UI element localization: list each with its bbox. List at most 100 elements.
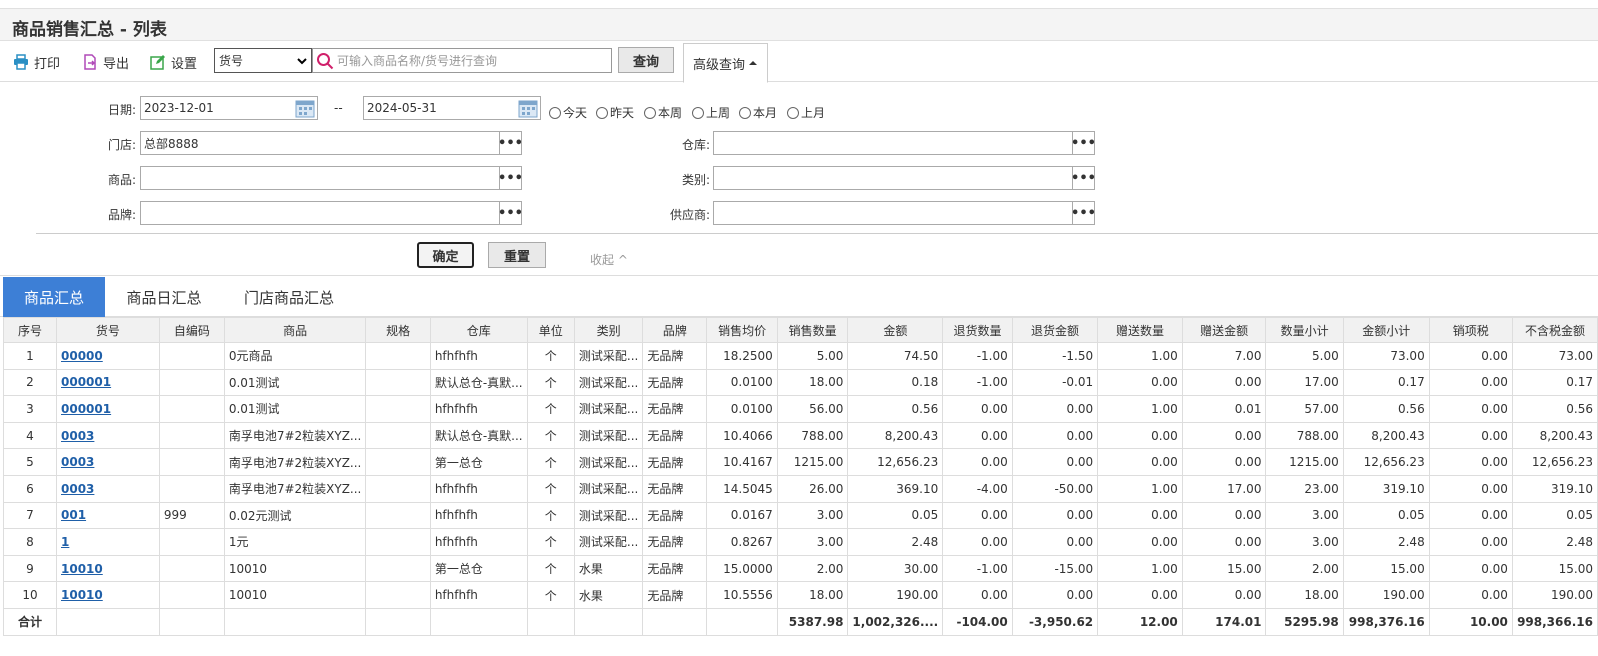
table-cell bbox=[365, 581, 431, 609]
column-header[interactable]: 货号 bbox=[56, 317, 160, 343]
chevron-down-icon bbox=[297, 58, 307, 65]
column-header[interactable]: 销项税 bbox=[1428, 317, 1513, 343]
product-code-link[interactable]: 00000 bbox=[56, 342, 160, 370]
warehouse-picker-button[interactable]: ••• bbox=[1071, 131, 1096, 155]
column-header[interactable]: 赠送金额 bbox=[1181, 317, 1267, 343]
table-cell: 默认总仓-真默... bbox=[429, 368, 528, 397]
export-icon bbox=[84, 54, 96, 70]
column-header[interactable]: 自编码 bbox=[158, 317, 225, 343]
tab-product-daily-summary[interactable]: 商品日汇总 bbox=[112, 277, 216, 317]
table-row[interactable]: 4 0003 南孚电池7#2粒装XYZ... 默认总仓-真默... 个测试采配... 无品… bbox=[3, 421, 1598, 450]
column-header[interactable]: 仓库 bbox=[429, 317, 528, 343]
product-code-link[interactable]: 0003 bbox=[56, 474, 160, 503]
radio-this-month[interactable]: 本月 bbox=[739, 104, 777, 121]
table-cell bbox=[223, 607, 367, 636]
product-code-link[interactable]: 10010 bbox=[56, 581, 160, 609]
table-cell: 0.01测试 bbox=[223, 368, 367, 397]
product-code-link[interactable]: 000001 bbox=[56, 368, 160, 397]
date-from-input[interactable]: 2023-12-01 bbox=[140, 96, 318, 120]
product-code-link[interactable]: 1 bbox=[56, 528, 160, 556]
table-row[interactable]: 3 000001 0.01测试 hfhfhfh 个测试采配... 无品牌 0.0100 56.… bbox=[3, 395, 1598, 423]
table-cell: 17.00 bbox=[1181, 474, 1267, 503]
calendar-icon[interactable] bbox=[295, 98, 315, 118]
settings-button[interactable]: 设置 bbox=[150, 52, 197, 72]
date-to-input[interactable]: 2024-05-31 bbox=[363, 96, 541, 120]
store-input[interactable]: 总部8888 bbox=[140, 131, 500, 155]
table-row[interactable]: 6 0003 南孚电池7#2粒装XYZ... hfhfhfh 个测试采配... 无品牌 14… bbox=[3, 474, 1598, 503]
column-header[interactable]: 销售数量 bbox=[776, 317, 849, 343]
query-button[interactable]: 查询 bbox=[618, 47, 674, 73]
column-header[interactable]: 类别 bbox=[573, 317, 644, 343]
brand-input[interactable] bbox=[140, 201, 500, 225]
table-row[interactable]: 2 000001 0.01测试 默认总仓-真默... 个测试采配... 无品牌 0.0100… bbox=[3, 368, 1598, 397]
column-header[interactable]: 金额小计 bbox=[1342, 317, 1430, 343]
column-header[interactable]: 赠送数量 bbox=[1097, 317, 1183, 343]
category-input[interactable] bbox=[713, 166, 1073, 190]
tab-store-product-summary[interactable]: 门店商品汇总 bbox=[228, 277, 350, 317]
search-field-value: 货号 bbox=[219, 54, 244, 68]
column-header[interactable]: 商品 bbox=[223, 317, 367, 343]
column-header[interactable]: 退货数量 bbox=[942, 317, 1013, 343]
product-code-link[interactable]: 0003 bbox=[56, 421, 160, 450]
product-code-link[interactable]: 0003 bbox=[56, 448, 160, 476]
supplier-picker-button[interactable]: ••• bbox=[1071, 201, 1096, 225]
radio-circle bbox=[739, 106, 751, 119]
table-cell bbox=[365, 554, 431, 583]
collapse-link[interactable]: 收起 ^ bbox=[590, 251, 628, 268]
brand-picker-button[interactable]: ••• bbox=[498, 201, 523, 225]
product-picker-button[interactable]: ••• bbox=[498, 166, 523, 190]
table-cell bbox=[365, 528, 431, 556]
tab-product-summary[interactable]: 商品汇总 bbox=[3, 277, 105, 317]
print-button[interactable]: 打印 bbox=[13, 52, 60, 72]
warehouse-input[interactable] bbox=[713, 131, 1073, 155]
export-button[interactable]: 导出 bbox=[82, 52, 129, 72]
radio-yesterday[interactable]: 昨天 bbox=[596, 104, 634, 121]
table-row[interactable]: 10 10010 10010 hfhfhfh 个水果 无品牌 10.5556 18.00 190… bbox=[3, 581, 1598, 609]
column-header[interactable]: 销售均价 bbox=[706, 317, 778, 343]
table-row[interactable]: 5 0003 南孚电池7#2粒装XYZ... 第一总仓个测试采配... 无品牌 10.41… bbox=[3, 448, 1598, 476]
table-cell: 0.00 bbox=[1097, 421, 1183, 450]
table-cell: 3.00 bbox=[1265, 528, 1344, 556]
column-header[interactable]: 品牌 bbox=[642, 317, 708, 343]
column-header[interactable]: 序号 bbox=[3, 317, 57, 343]
date-label: 日期: bbox=[107, 103, 136, 117]
table-cell: 319.10 bbox=[1342, 474, 1430, 503]
divider bbox=[36, 233, 1598, 234]
supplier-input[interactable] bbox=[713, 201, 1073, 225]
table-cell: 57.00 bbox=[1265, 395, 1344, 423]
column-header[interactable]: 数量小计 bbox=[1265, 317, 1344, 343]
radio-today[interactable]: 今天 bbox=[549, 104, 587, 121]
product-code-link[interactable]: 000001 bbox=[56, 395, 160, 423]
table-cell: 无品牌 bbox=[642, 421, 708, 450]
table-cell: 1,002,326.... bbox=[847, 607, 944, 636]
column-header[interactable]: 金额 bbox=[847, 317, 944, 343]
search-field-select[interactable]: 货号 bbox=[214, 48, 312, 73]
category-picker-button[interactable]: ••• bbox=[1071, 166, 1096, 190]
confirm-button[interactable]: 确定 bbox=[417, 242, 474, 268]
table-row[interactable]: 7 001 999 0.02元测试 hfhfhfh 个测试采配... 无品牌 0.0167 3.… bbox=[3, 501, 1598, 530]
advanced-query-button[interactable]: 高级查询 bbox=[683, 43, 768, 83]
table-row[interactable]: 8 1 1元 hfhfhfh 个测试采配... 无品牌 0.8267 3.00 2.48 0.00… bbox=[3, 528, 1598, 556]
product-input[interactable] bbox=[140, 166, 500, 190]
table-cell: 测试采配... bbox=[573, 421, 644, 450]
table-row[interactable]: 1 00000 0元商品 hfhfhfh 个测试采配... 无品牌 18.2500 5.00 7… bbox=[3, 342, 1598, 370]
table-cell: 0.00 bbox=[1011, 581, 1099, 609]
product-code-link[interactable]: 001 bbox=[56, 501, 160, 530]
radio-this-week[interactable]: 本周 bbox=[644, 104, 682, 121]
calendar-icon[interactable] bbox=[518, 98, 538, 118]
product-code-link[interactable]: 10010 bbox=[56, 554, 160, 583]
table-row[interactable]: 9 10010 10010 第一总仓个水果 无品牌 15.0000 2.00 30.00 -1.… bbox=[3, 554, 1598, 583]
table-cell: 1215.00 bbox=[1265, 448, 1344, 476]
table-cell: 9 bbox=[3, 554, 57, 583]
table-cell: -1.00 bbox=[942, 554, 1013, 583]
radio-last-month[interactable]: 上月 bbox=[787, 104, 825, 121]
column-header[interactable]: 规格 bbox=[365, 317, 431, 343]
column-header[interactable]: 不含税金额 bbox=[1511, 317, 1598, 343]
column-header[interactable]: 退货金额 bbox=[1011, 317, 1099, 343]
radio-last-week[interactable]: 上周 bbox=[692, 104, 730, 121]
column-header[interactable]: 单位 bbox=[526, 317, 575, 343]
store-picker-button[interactable]: ••• bbox=[498, 131, 523, 155]
reset-button[interactable]: 重置 bbox=[488, 242, 546, 268]
search-input[interactable]: 可输入商品名称/货号进行查询 bbox=[312, 48, 612, 73]
table-cell: 788.00 bbox=[1265, 421, 1344, 450]
